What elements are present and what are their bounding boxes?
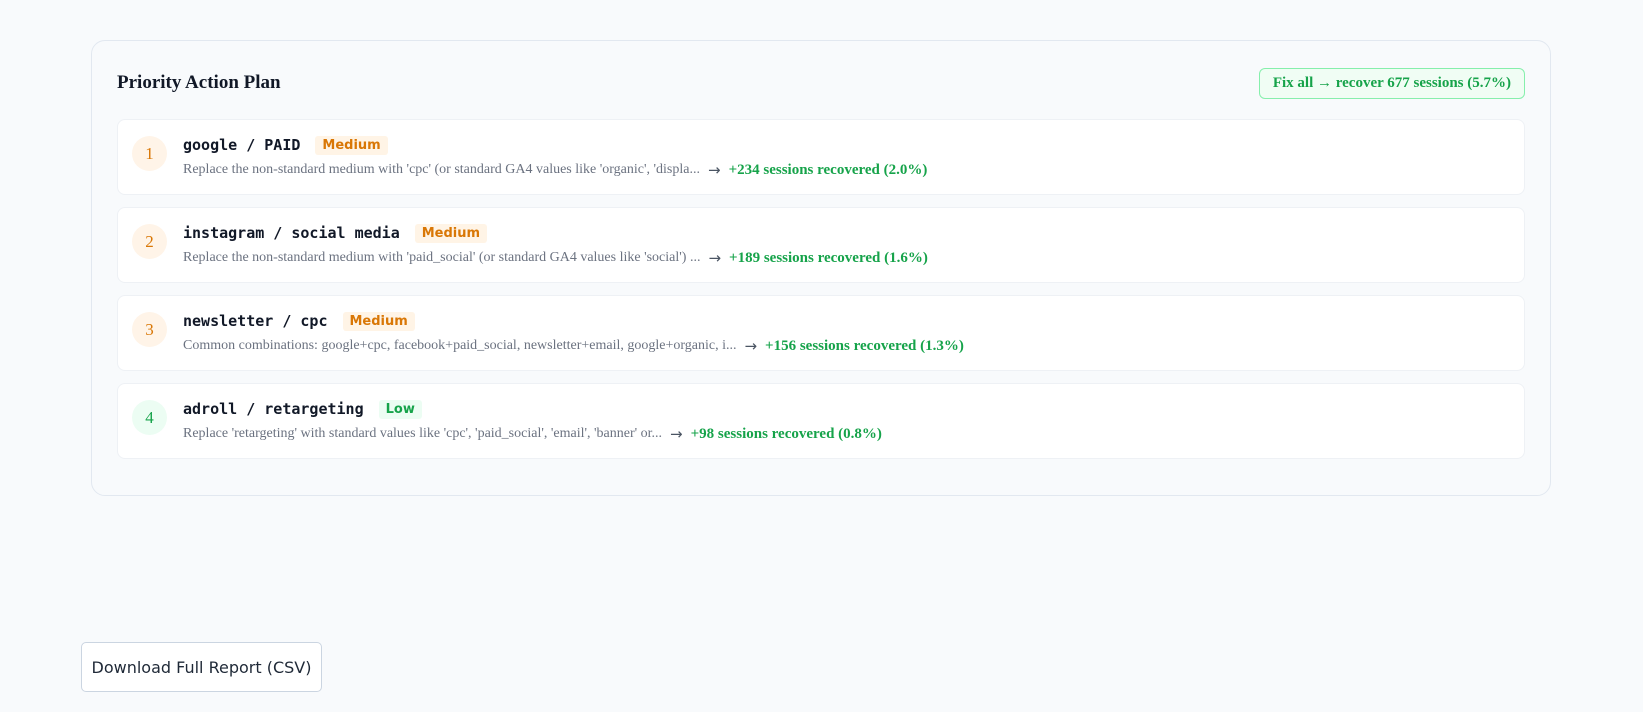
action-description: Replace the non-standard medium with 'cp… [183,162,700,177]
priority-action-plan-panel: Priority Action Plan Fix all → recover 6… [91,40,1551,496]
rank-badge: 3 [132,312,167,347]
arrow-right-icon: → [708,161,721,179]
panel-header: Priority Action Plan Fix all → recover 6… [117,67,1525,99]
fix-all-badge: Fix all → recover 677 sessions (5.7%) [1258,67,1525,99]
action-description: Replace the non-standard medium with 'pa… [183,250,701,265]
sessions-recovered: +234 sessions recovered (2.0%) [728,161,928,178]
rank-badge: 2 [132,224,167,259]
rank-badge: 1 [132,136,167,171]
action-item: 4 adroll / retargeting Low Replace 'reta… [117,383,1525,459]
panel-title: Priority Action Plan [117,72,281,93]
source-medium-label: adroll / retargeting [183,400,364,418]
source-medium-label: newsletter / cpc [183,312,328,330]
action-description: Common combinations: google+cpc, faceboo… [183,338,737,353]
source-medium-label: google / PAID [183,136,301,154]
rank-badge: 4 [132,400,167,435]
sessions-recovered: +98 sessions recovered (0.8%) [690,425,882,442]
severity-badge: Medium [315,135,388,155]
sessions-recovered: +189 sessions recovered (1.6%) [729,249,928,266]
action-list: 1 google / PAID Medium Replace the non-s… [117,119,1525,471]
arrow-right-icon: → [670,425,683,443]
action-item: 3 newsletter / cpc Medium Common combina… [117,295,1525,371]
arrow-right-icon: → [708,249,722,267]
sessions-recovered: +156 sessions recovered (1.3%) [765,337,964,354]
arrow-right-icon: → [744,337,758,355]
action-item: 2 instagram / social media Medium Replac… [117,207,1525,283]
action-description: Replace 'retargeting' with standard valu… [183,426,663,441]
action-item: 1 google / PAID Medium Replace the non-s… [117,119,1525,195]
source-medium-label: instagram / social media [183,224,400,242]
severity-badge: Medium [342,311,415,331]
download-report-button[interactable]: Download Full Report (CSV) [81,642,322,692]
severity-badge: Medium [414,223,488,243]
severity-badge: Low [378,399,422,419]
